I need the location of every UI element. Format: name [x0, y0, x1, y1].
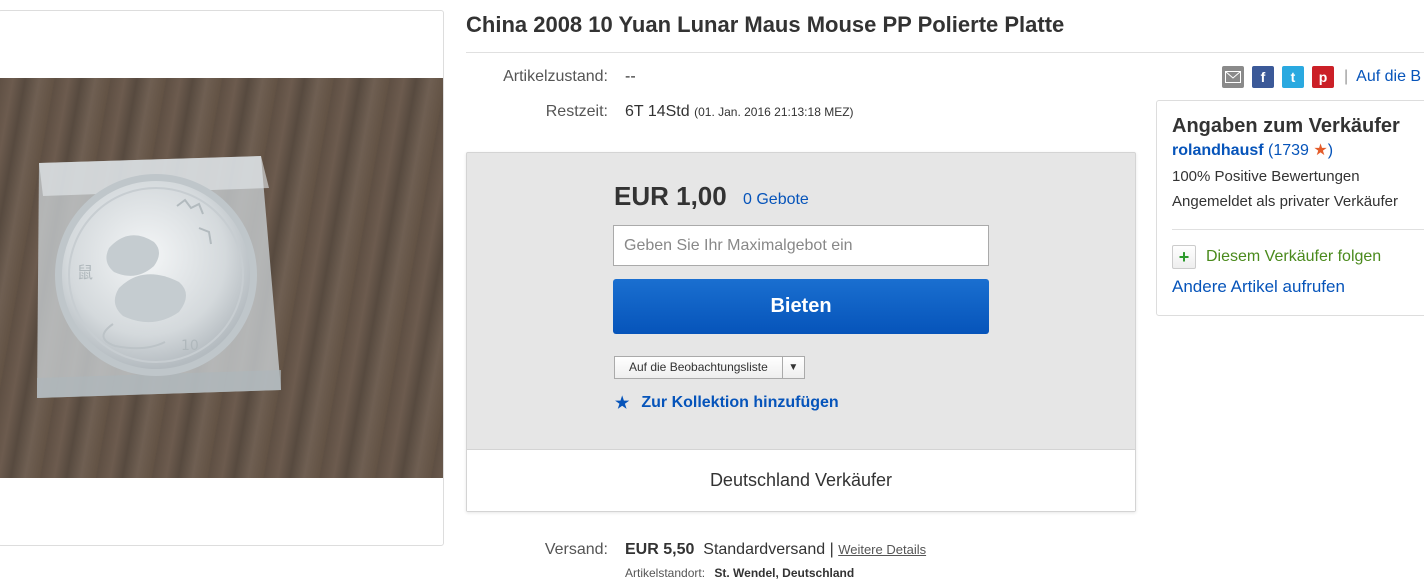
listing-page: 鼠 10 China 2008 10 Yuan Lunar Maus Mouse… [0, 0, 1424, 580]
watchlist-label[interactable]: Auf die Beobachtungsliste [615, 357, 783, 378]
title-divider [466, 52, 1424, 53]
feedback-score[interactable]: 1739 [1273, 142, 1309, 159]
svg-text:鼠: 鼠 [77, 263, 93, 282]
condition-label: Artikelzustand: [503, 68, 608, 85]
seller-username[interactable]: rolandhausf [1172, 142, 1264, 159]
share-bar: f t p | Auf die B [1222, 66, 1421, 88]
shipping-details-link[interactable]: Weitere Details [838, 542, 926, 557]
add-to-collection-label[interactable]: Zur Kollektion hinzufügen [641, 394, 838, 412]
share-separator: | [1344, 68, 1349, 85]
item-title: China 2008 10 Yuan Lunar Maus Mouse PP P… [466, 12, 1065, 37]
pinterest-icon[interactable]: p [1312, 66, 1334, 88]
seller-info-card: Angaben zum Verkäufer rolandhausf (1739 … [1156, 100, 1424, 316]
email-icon[interactable] [1222, 66, 1244, 88]
shipping-separator: | [829, 541, 834, 558]
seller-type: Angemeldet als privater Verkäufer [1172, 193, 1398, 210]
current-price: EUR 1,00 [614, 181, 727, 211]
plus-icon[interactable]: + [1172, 245, 1196, 269]
twitter-icon[interactable]: t [1282, 66, 1304, 88]
svg-text:10: 10 [181, 338, 199, 354]
product-photo[interactable]: 鼠 10 [0, 78, 443, 478]
follow-seller-label[interactable]: Diesem Verkäufer folgen [1206, 248, 1381, 266]
item-location-label: Artikelstandort: [625, 566, 706, 580]
seller-name-line: rolandhausf (1739 ★) [1172, 140, 1424, 160]
seller-divider [1172, 229, 1424, 230]
watchlist-dropdown[interactable]: Auf die Beobachtungsliste ▼ [614, 356, 805, 379]
other-items-link[interactable]: Andere Artikel aufrufen [1172, 277, 1345, 297]
item-location: Artikelstandort: St. Wendel, Deutschland [625, 566, 854, 580]
time-left-label: Restzeit: [545, 103, 608, 120]
time-left-duration: 6T 14Std [625, 103, 690, 120]
follow-seller-button[interactable]: + Diesem Verkäufer folgen [1172, 245, 1381, 269]
item-location-value: St. Wendel, Deutschland [714, 566, 855, 580]
time-left-value: 6T 14Std (01. Jan. 2016 21:13:18 MEZ) [625, 103, 854, 121]
max-bid-input[interactable] [613, 225, 989, 266]
star-icon: ★ [615, 395, 630, 412]
shipping-method: Standardversand [703, 541, 826, 558]
coin-illustration: 鼠 10 [37, 156, 281, 398]
bid-box: EUR 1,00 0 Gebote Bieten Auf die Beobach… [466, 152, 1136, 512]
bid-count-link[interactable]: 0 Gebote [743, 191, 809, 209]
image-panel: 鼠 10 [0, 10, 444, 546]
add-to-collection-link[interactable]: ★ Zur Kollektion hinzufügen [615, 393, 839, 413]
shipping-value: EUR 5,50 Standardversand | Weitere Detai… [625, 541, 926, 559]
seller-location-footer: Deutschland Verkäufer [467, 449, 1135, 511]
watch-top-link[interactable]: Auf die B [1356, 68, 1421, 86]
facebook-icon[interactable]: f [1252, 66, 1274, 88]
chevron-down-icon[interactable]: ▼ [783, 357, 804, 378]
shipping-price: EUR 5,50 [625, 541, 695, 558]
seller-heading: Angaben zum Verkäufer [1172, 115, 1400, 137]
feedback-star-icon: ★ [1313, 142, 1328, 159]
bid-button[interactable]: Bieten [613, 279, 989, 334]
end-date: (01. Jan. 2016 21:13:18 MEZ) [694, 105, 854, 119]
positive-feedback: 100% Positive Bewertungen [1172, 168, 1360, 185]
shipping-label: Versand: [544, 541, 608, 558]
score-close: ) [1327, 142, 1334, 159]
condition-value: -- [625, 68, 636, 85]
